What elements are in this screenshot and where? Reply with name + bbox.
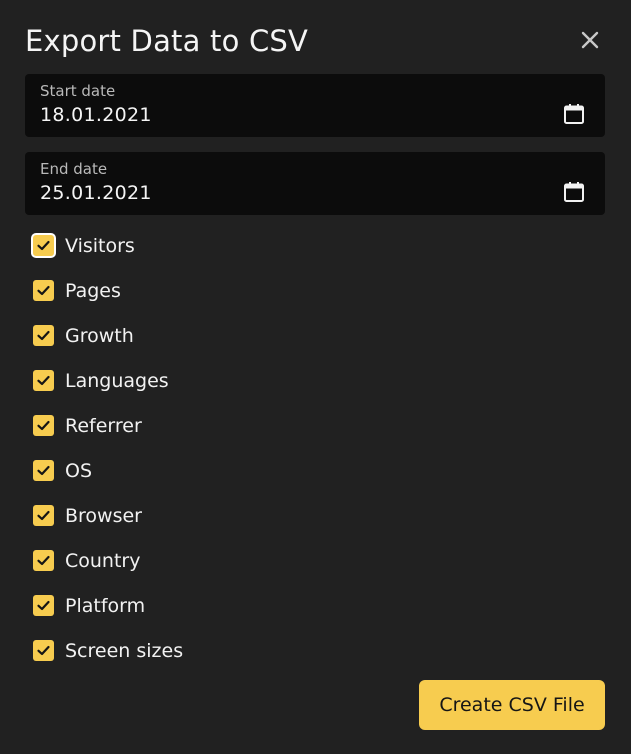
- option-label: Languages: [65, 369, 169, 392]
- checkbox[interactable]: [33, 550, 54, 571]
- option-growth[interactable]: Growth: [30, 313, 430, 358]
- start-date-field[interactable]: Start date: [25, 74, 605, 137]
- create-csv-button[interactable]: Create CSV File: [419, 680, 605, 730]
- option-label: Browser: [65, 504, 142, 527]
- option-label: Pages: [65, 279, 121, 302]
- end-date-input[interactable]: [40, 181, 520, 205]
- option-browser[interactable]: Browser: [30, 493, 430, 538]
- option-label: Country: [65, 549, 141, 572]
- checkbox[interactable]: [33, 595, 54, 616]
- checkbox[interactable]: [33, 235, 54, 256]
- option-platform[interactable]: Platform: [30, 583, 430, 628]
- end-date-field[interactable]: End date: [25, 152, 605, 215]
- checkbox[interactable]: [33, 460, 54, 481]
- calendar-icon[interactable]: [563, 103, 585, 125]
- option-label: OS: [65, 459, 93, 482]
- option-screen-sizes[interactable]: Screen sizes: [30, 628, 430, 673]
- checkmark-icon: [37, 285, 50, 296]
- start-date-label: Start date: [40, 82, 116, 100]
- close-icon: [581, 31, 599, 49]
- checkbox[interactable]: [33, 505, 54, 526]
- checkmark-icon: [37, 240, 50, 251]
- option-os[interactable]: OS: [30, 448, 430, 493]
- option-referrer[interactable]: Referrer: [30, 403, 430, 448]
- close-button[interactable]: [576, 26, 604, 54]
- checkmark-icon: [37, 465, 50, 476]
- checkmark-icon: [37, 555, 50, 566]
- checkbox[interactable]: [33, 415, 54, 436]
- option-visitors[interactable]: Visitors: [30, 223, 430, 268]
- checkbox[interactable]: [33, 640, 54, 661]
- checkbox[interactable]: [33, 280, 54, 301]
- option-label: Growth: [65, 324, 134, 347]
- option-pages[interactable]: Pages: [30, 268, 430, 313]
- calendar-icon[interactable]: [563, 181, 585, 203]
- checkmark-icon: [37, 330, 50, 341]
- dialog-title: Export Data to CSV: [25, 24, 309, 58]
- checkmark-icon: [37, 420, 50, 431]
- checkmark-icon: [37, 600, 50, 611]
- checkmark-icon: [37, 645, 50, 656]
- export-options-list: Visitors Pages Growth Languages Referrer: [30, 223, 430, 673]
- end-date-label: End date: [40, 160, 108, 178]
- checkmark-icon: [37, 375, 50, 386]
- option-languages[interactable]: Languages: [30, 358, 430, 403]
- start-date-input[interactable]: [40, 103, 520, 127]
- option-label: Screen sizes: [65, 639, 184, 662]
- export-dialog: Export Data to CSV Start date End date: [0, 0, 631, 754]
- checkmark-icon: [37, 510, 50, 521]
- option-country[interactable]: Country: [30, 538, 430, 583]
- checkbox[interactable]: [33, 325, 54, 346]
- option-label: Referrer: [65, 414, 142, 437]
- option-label: Visitors: [65, 234, 135, 257]
- option-label: Platform: [65, 594, 146, 617]
- checkbox[interactable]: [33, 370, 54, 391]
